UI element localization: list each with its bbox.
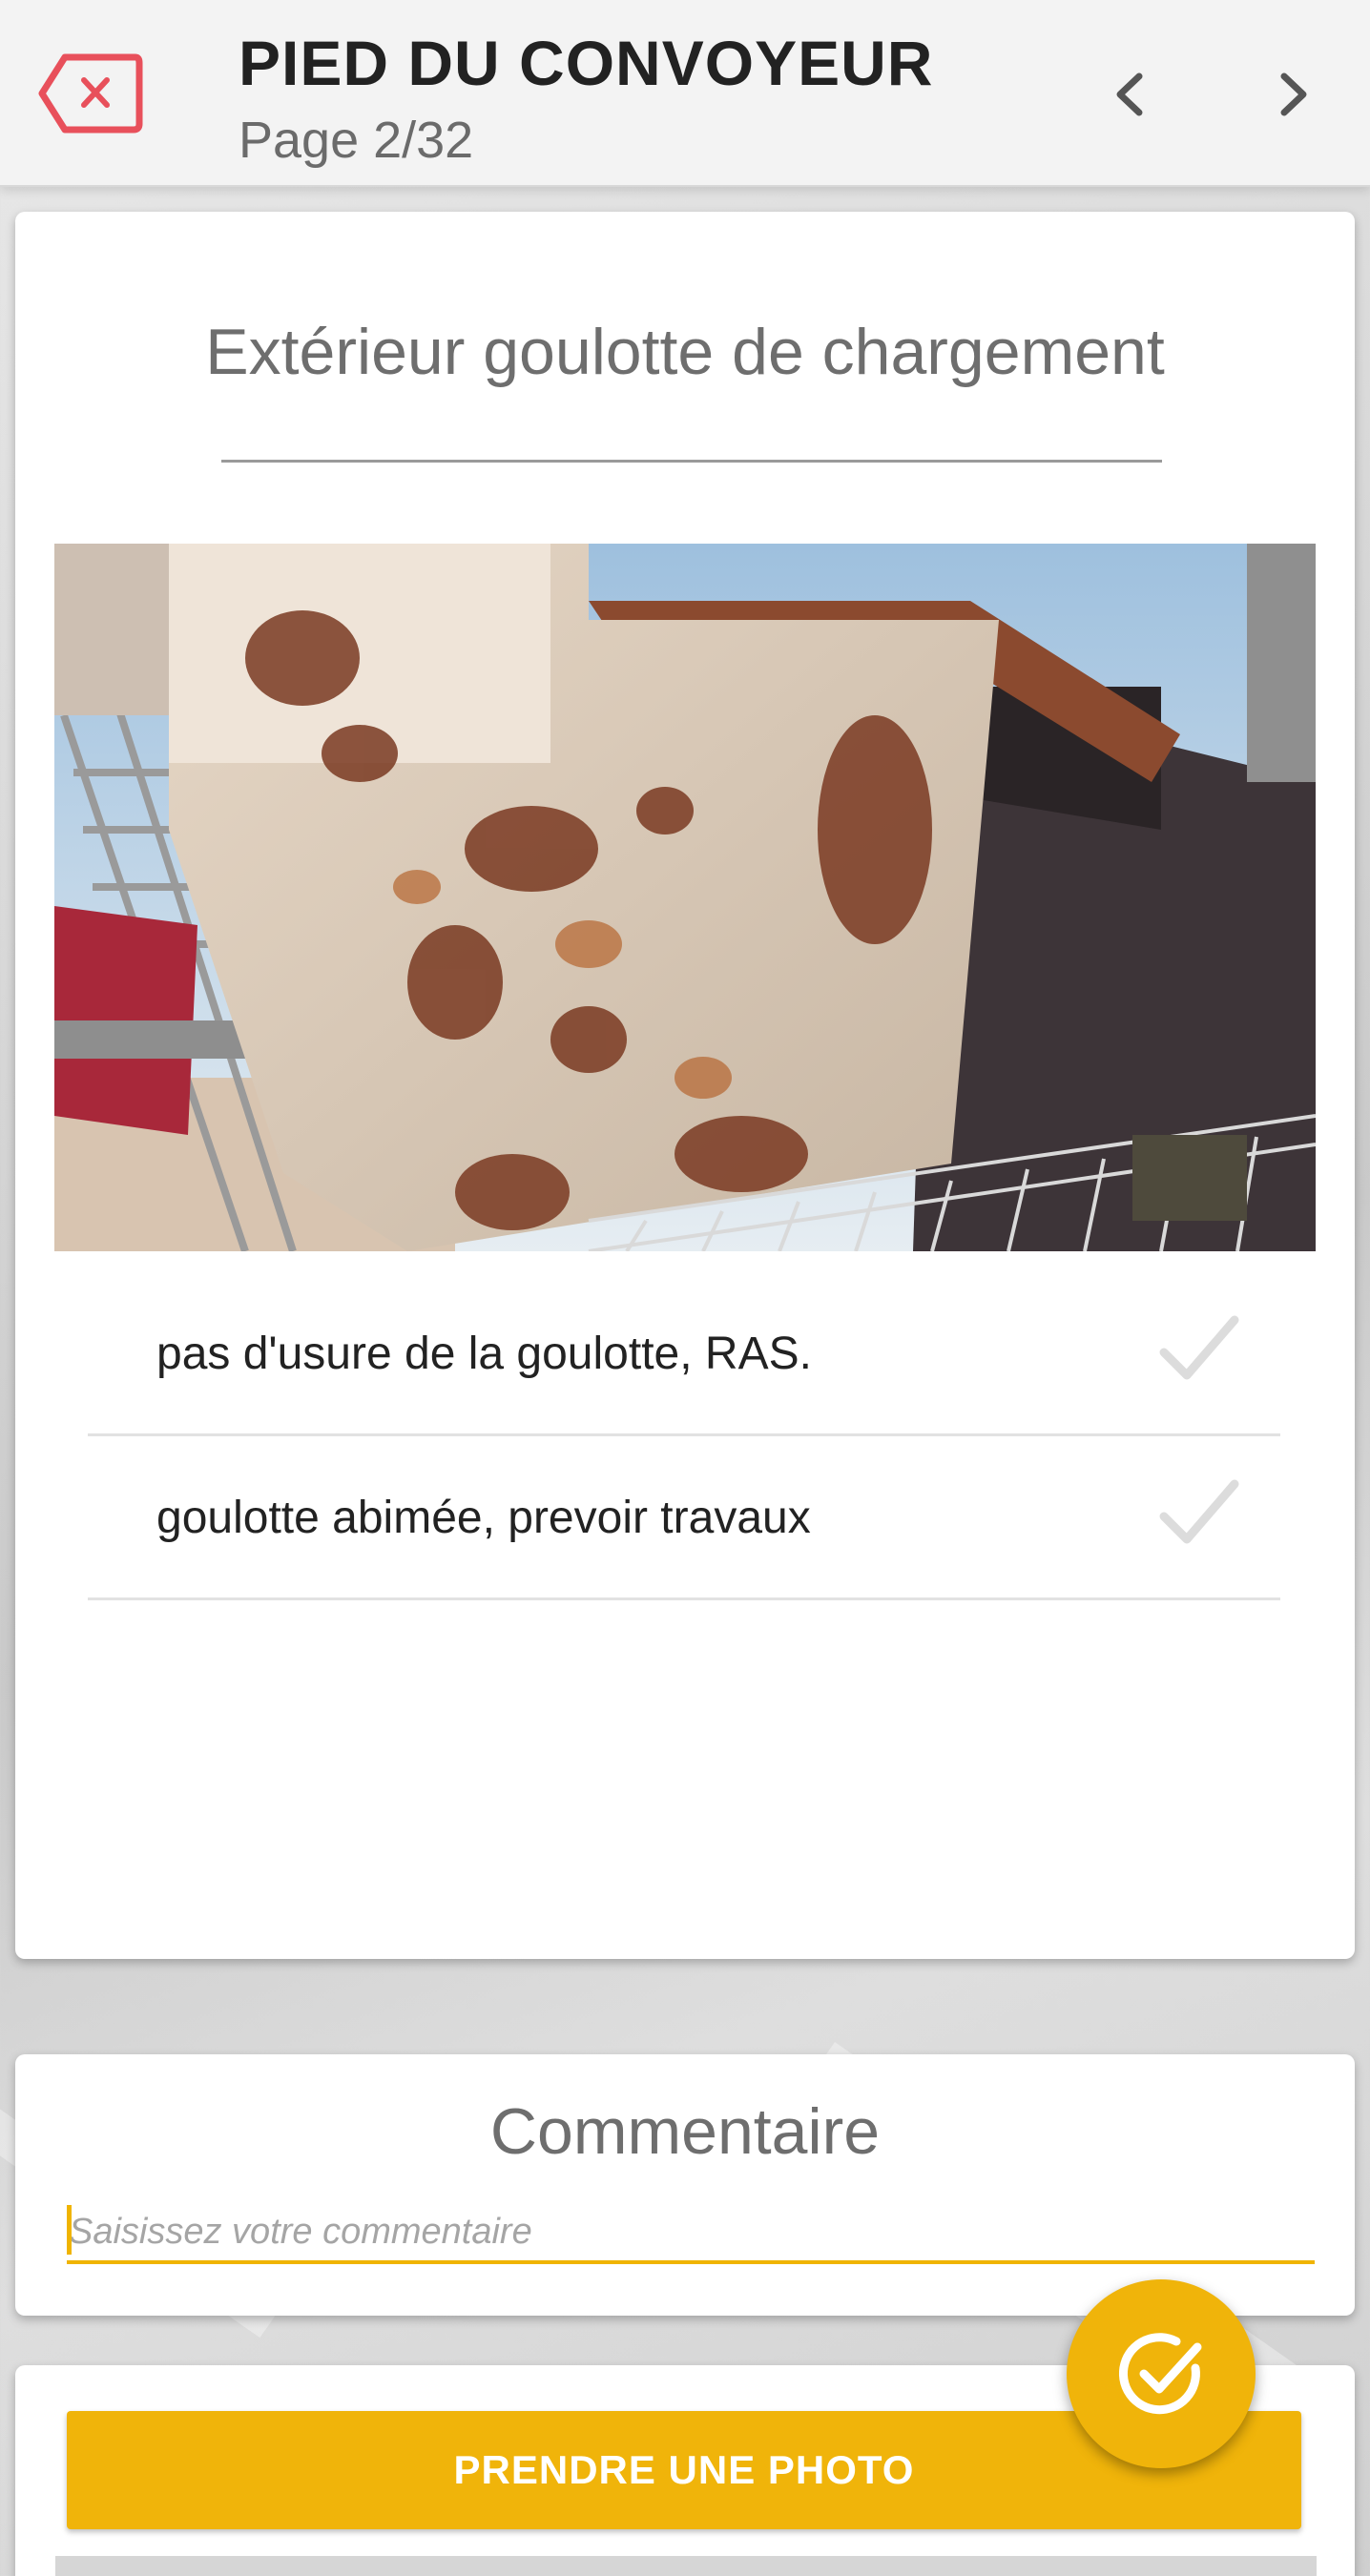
next-page-button[interactable] bbox=[1259, 61, 1326, 128]
comment-input[interactable] bbox=[67, 2203, 1315, 2264]
validate-fab-button[interactable] bbox=[1067, 2279, 1256, 2468]
text-caret bbox=[67, 2205, 72, 2255]
answer-option-label: goulotte abimée, prevoir travaux bbox=[156, 1493, 811, 1543]
app-header: PIED DU CONVOYEUR Page 2/32 bbox=[0, 0, 1370, 187]
answer-option[interactable]: goulotte abimée, prevoir travaux bbox=[88, 1436, 1280, 1600]
check-icon bbox=[1159, 1315, 1239, 1380]
close-button[interactable] bbox=[36, 52, 145, 135]
answer-option-label: pas d'usure de la goulotte, RAS. bbox=[156, 1329, 812, 1379]
page-counter: Page 2/32 bbox=[239, 112, 474, 169]
next-card-edge bbox=[55, 2556, 1317, 2576]
answer-option[interactable]: pas d'usure de la goulotte, RAS. bbox=[88, 1272, 1280, 1436]
question-card: Extérieur goulotte de chargement pas d'u… bbox=[15, 212, 1355, 1959]
previous-page-button[interactable] bbox=[1097, 61, 1164, 128]
question-title: Extérieur goulotte de chargement bbox=[205, 316, 1165, 388]
close-tag-icon bbox=[38, 53, 143, 134]
page-title: PIED DU CONVOYEUR bbox=[239, 28, 934, 98]
check-circle-icon bbox=[1118, 2333, 1202, 2415]
comment-card: Commentaire bbox=[15, 2054, 1355, 2316]
comment-title: Commentaire bbox=[489, 2095, 881, 2168]
chute-photo-illustration bbox=[54, 544, 1316, 1251]
question-photo[interactable] bbox=[54, 544, 1316, 1251]
chevron-right-icon bbox=[1280, 72, 1307, 116]
check-icon bbox=[1159, 1479, 1239, 1544]
title-divider bbox=[221, 460, 1162, 463]
chevron-left-icon bbox=[1116, 72, 1143, 116]
